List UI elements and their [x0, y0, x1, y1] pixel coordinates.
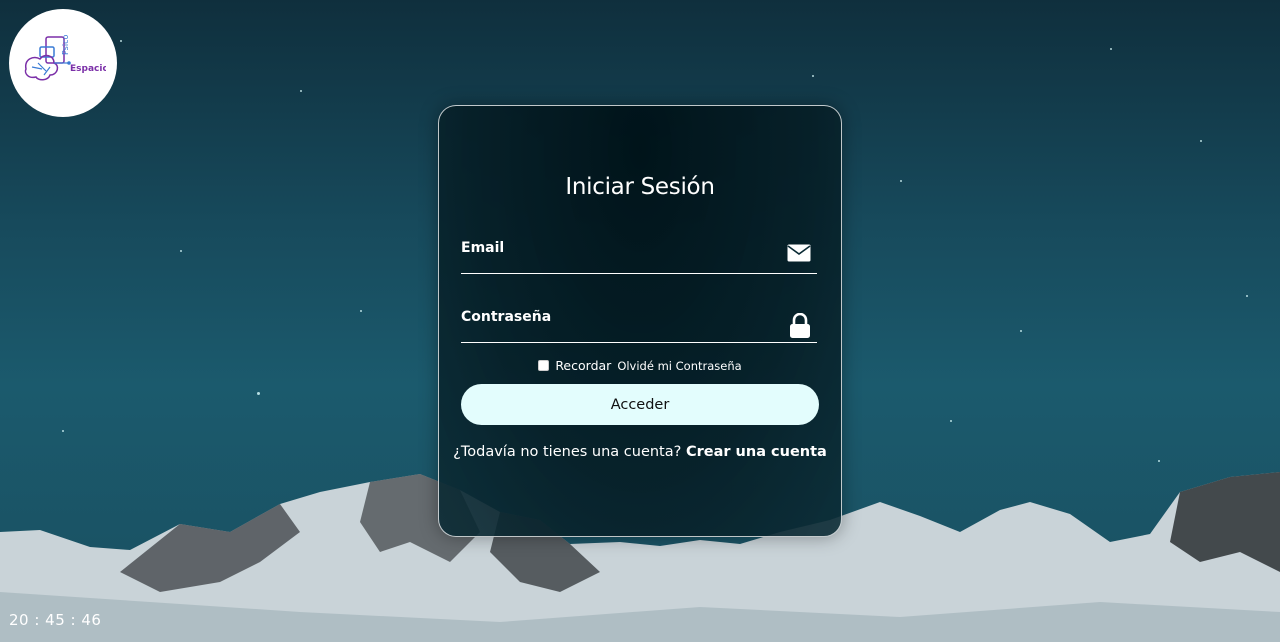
- forgot-password-link[interactable]: Olvidé mi Contraseña: [617, 359, 741, 373]
- email-label: Email: [461, 240, 505, 256]
- email-field[interactable]: Email: [461, 234, 817, 274]
- password-field[interactable]: Contraseña: [461, 303, 817, 343]
- password-label: Contraseña: [461, 309, 552, 325]
- login-title: Iniciar Sesión: [565, 174, 715, 200]
- svg-text:Espacio: Espacio: [70, 64, 106, 74]
- signup-link[interactable]: Crear una cuenta: [686, 444, 827, 460]
- lock-icon: [789, 312, 811, 343]
- brain-logo-icon: Psico Espacio: [24, 35, 106, 81]
- login-card: Iniciar Sesión Email Contraseña Recordar…: [438, 105, 842, 537]
- login-button[interactable]: Acceder: [461, 384, 819, 425]
- svg-text:Psico: Psico: [61, 35, 70, 55]
- remember-row: Recordar Olvidé mi Contraseña: [439, 358, 841, 373]
- signup-prompt: ¿Todavía no tienes una cuenta?: [453, 444, 682, 460]
- envelope-icon: [787, 244, 811, 266]
- remember-checkbox[interactable]: [538, 360, 550, 371]
- brand-logo: Psico Espacio: [9, 9, 117, 117]
- signup-row: ¿Todavía no tienes una cuenta? Crear una…: [439, 444, 841, 460]
- clock: 20 : 45 : 46: [9, 611, 102, 629]
- remember-label: Recordar: [555, 358, 612, 373]
